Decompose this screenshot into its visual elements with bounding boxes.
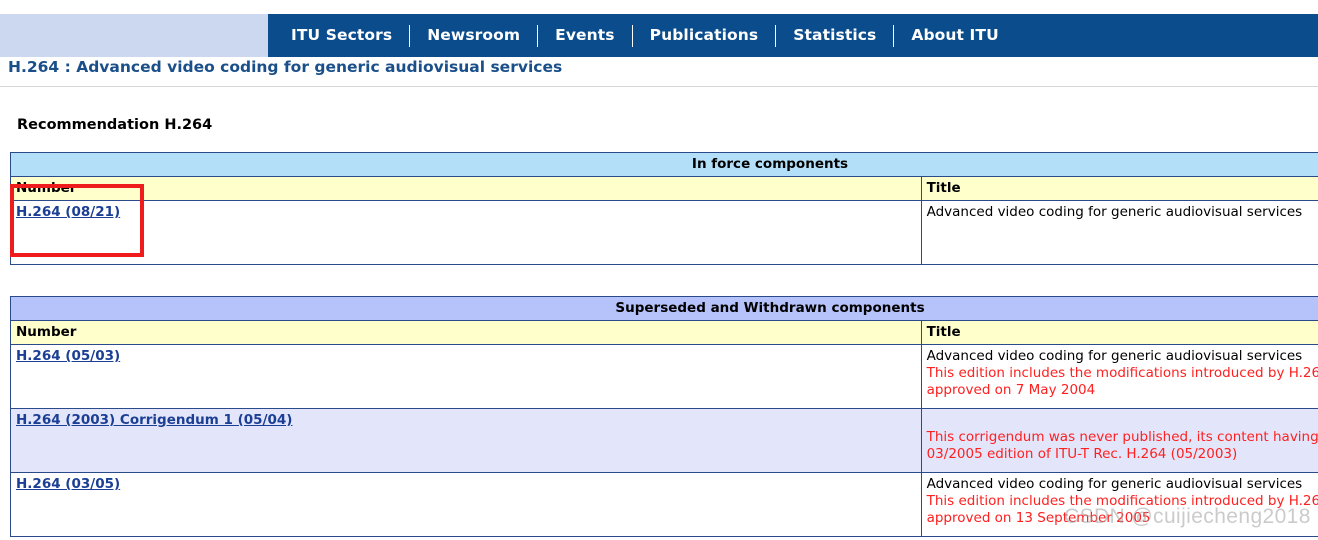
in-force-components-table: In force components Number Title H.264 (… xyxy=(10,152,1318,265)
cell-title: Advanced video coding for generic audiov… xyxy=(920,472,1318,537)
cell-number: H.264 (03/05) xyxy=(10,472,922,537)
nav-item-newsroom[interactable]: Newsroom xyxy=(410,14,537,57)
title-text: Advanced video coding for generic audiov… xyxy=(926,348,1303,364)
cell-number: H.264 (05/03) xyxy=(10,344,922,409)
nav-item-statistics[interactable]: Statistics xyxy=(776,14,893,57)
top-navigation-bar: ITU Sectors Newsroom Events Publications… xyxy=(0,14,1318,57)
column-header-title: Title xyxy=(920,176,1318,201)
table-row: H.264 (03/05) Advanced video coding for … xyxy=(10,472,1318,537)
table-row: H.264 (08/21) Advanced video coding for … xyxy=(10,200,1318,265)
nav-menu: ITU Sectors Newsroom Events Publications… xyxy=(268,14,1016,57)
group-header-superseded: Superseded and Withdrawn components xyxy=(10,296,1318,321)
table-column-header-row: Number Title xyxy=(10,320,1318,345)
cell-number: H.264 (08/21) xyxy=(10,200,922,265)
cell-title: Advanced video coding for generic audiov… xyxy=(920,344,1318,409)
cell-title: Advanced video coding for generic audiov… xyxy=(920,200,1318,265)
section-heading: Recommendation H.264 xyxy=(17,117,213,133)
column-header-number: Number xyxy=(10,176,922,201)
title-text: Advanced video coding for generic audiov… xyxy=(926,204,1303,220)
page-title: H.264 : Advanced video coding for generi… xyxy=(8,58,563,76)
title-note: This corrigendum was never published, it… xyxy=(926,429,1318,462)
superseded-withdrawn-components-table: Superseded and Withdrawn components Numb… xyxy=(10,296,1318,537)
column-header-title: Title xyxy=(920,320,1318,345)
group-header-in-force: In force components xyxy=(10,152,1318,177)
cell-title: This corrigendum was never published, it… xyxy=(920,408,1318,473)
table-group-header-row: Superseded and Withdrawn components xyxy=(10,296,1318,321)
table-row: H.264 (05/03) Advanced video coding for … xyxy=(10,344,1318,409)
link-h264-08-21[interactable]: H.264 (08/21) xyxy=(16,204,120,220)
nav-item-about-itu[interactable]: About ITU xyxy=(894,14,1015,57)
title-divider xyxy=(0,86,1318,87)
title-spacer xyxy=(927,412,1318,429)
title-note: This edition includes the modifications … xyxy=(926,364,1318,398)
link-h264-05-03[interactable]: H.264 (05/03) xyxy=(16,348,120,364)
table-group-header-row: In force components xyxy=(10,152,1318,177)
title-note: This edition includes the modifications … xyxy=(926,492,1318,526)
nav-item-events[interactable]: Events xyxy=(538,14,631,57)
link-h264-03-05[interactable]: H.264 (03/05) xyxy=(16,476,120,492)
cell-number: H.264 (2003) Corrigendum 1 (05/04) xyxy=(10,408,922,473)
table-column-header-row: Number Title xyxy=(10,176,1318,201)
title-text: Advanced video coding for generic audiov… xyxy=(926,476,1303,492)
nav-item-publications[interactable]: Publications xyxy=(633,14,776,57)
table-row: H.264 (2003) Corrigendum 1 (05/04) This … xyxy=(10,408,1318,473)
column-header-number: Number xyxy=(10,320,922,345)
link-h264-2003-corrigendum-1[interactable]: H.264 (2003) Corrigendum 1 (05/04) xyxy=(16,412,292,428)
nav-left-panel xyxy=(0,14,268,57)
nav-item-itu-sectors[interactable]: ITU Sectors xyxy=(274,14,409,57)
